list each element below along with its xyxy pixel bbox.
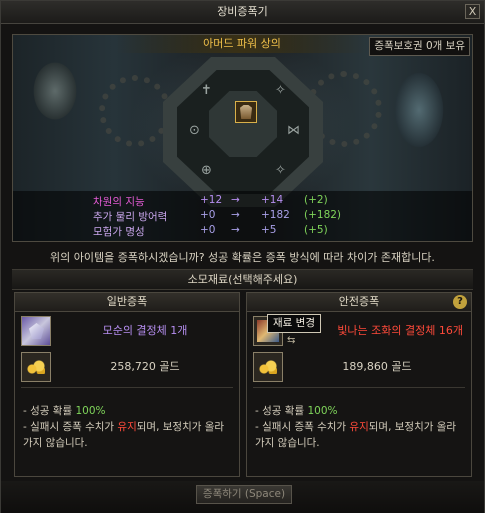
success-rate-value: 100% — [75, 405, 106, 417]
gold-icon — [27, 360, 45, 374]
stat-row: 차원의 지능 +12 → +14 (+2) — [13, 194, 472, 208]
safe-enhance-title: 안전증폭 — [338, 295, 380, 308]
window-titlebar[interactable]: 장비증폭기 X — [1, 1, 484, 24]
fail-keep: 유지 — [117, 421, 137, 433]
normal-enhance-description: - 성공 확률 100% - 실패시 증폭 수치가 유지되며, 보정치가 올라가… — [23, 403, 233, 451]
rune-icon: ✧ — [275, 163, 286, 178]
gold-slot — [253, 352, 283, 382]
gold-cost: 189,860 골드 — [342, 360, 412, 373]
item-preview-panel: ✝ ✧ ⊙ ⋈ ⊕ ✧ 아머드 파워 상의 증폭보호권 0개 보유 차원의 지능… — [12, 34, 473, 242]
stat-row: 추가 물리 방어력 +0 → +182 (+182) — [13, 209, 472, 223]
close-icon: X — [468, 5, 477, 18]
gear-left-decoration — [99, 75, 171, 147]
stat-name: 모험가 명성 — [93, 226, 145, 238]
stat-from: +0 — [200, 209, 216, 221]
target-item-slot[interactable] — [235, 101, 257, 123]
stat-row: 모험가 명성 +0 → +5 (+5) — [13, 224, 472, 238]
success-rate-label: - 성공 확률 — [23, 405, 76, 417]
protect-ticket-count: 증폭보호권 0개 보유 — [369, 37, 470, 56]
armor-chest-icon — [240, 105, 252, 119]
fail-prefix: - 실패시 증폭 수치가 — [255, 421, 350, 433]
stat-diff: (+2) — [304, 194, 328, 206]
material-name: 모순의 결정체 1개 — [102, 324, 188, 337]
gold-icon — [259, 360, 277, 374]
divider — [253, 387, 465, 388]
statue-right-decoration — [384, 55, 454, 175]
rune-icon: ⊙ — [189, 123, 200, 138]
enhance-window: 장비증폭기 X ✝ ✧ ⊙ ⋈ ⊕ ✧ 아머드 파워 상의 증폭보호권 0개 보… — [0, 0, 485, 513]
success-rate-value: 100% — [307, 405, 338, 417]
success-rate-line: - 성공 확률 100% — [23, 403, 233, 419]
success-rate-label: - 성공 확률 — [255, 405, 308, 417]
success-rate-line: - 성공 확률 100% — [255, 403, 465, 419]
close-button[interactable]: X — [465, 4, 480, 19]
rune-icon: ✧ — [275, 83, 286, 98]
statue-left-decoration — [25, 53, 85, 163]
stat-to: +5 — [261, 224, 277, 236]
stat-change-list: 차원의 지능 +12 → +14 (+2) 추가 물리 방어력 +0 → +18… — [13, 191, 472, 241]
fail-prefix: - 실패시 증폭 수치가 — [23, 421, 118, 433]
fail-line: - 실패시 증폭 수치가 유지되며, 보정치가 올라가지 않습니다. — [23, 419, 233, 451]
help-icon[interactable]: ? — [453, 295, 467, 309]
stat-name: 추가 물리 방어력 — [93, 211, 168, 223]
change-material-tooltip: 재료 변경 — [267, 314, 321, 333]
normal-enhance-option[interactable]: 일반증폭 모순의 결정체 1개 258,720 골드 - 성공 확률 100% … — [14, 292, 240, 477]
arrow-icon: → — [231, 194, 240, 206]
safe-enhance-description: - 성공 확률 100% - 실패시 증폭 수치가 유지되며, 보정치가 올라가… — [255, 403, 465, 451]
divider — [21, 387, 233, 388]
enhance-button[interactable]: 증폭하기 (Space) — [196, 485, 292, 504]
crystal-icon — [29, 323, 44, 339]
gold-slot — [21, 352, 51, 382]
normal-enhance-header: 일반증폭 — [15, 293, 239, 312]
fail-keep: 유지 — [349, 421, 369, 433]
confirm-message: 위의 아이템을 증폭하시겠습니까? 성공 확률은 증폭 방식에 따라 차이가 존… — [50, 251, 435, 264]
stat-to: +182 — [261, 209, 290, 221]
stat-diff: (+182) — [304, 209, 342, 221]
safe-enhance-header: 안전증폭 ? — [247, 293, 471, 312]
arrow-icon: → — [231, 224, 240, 236]
material-section-title: 소모재료(선택해주세요) — [12, 269, 473, 290]
material-slot[interactable] — [21, 316, 51, 346]
rune-icon: ⊕ — [201, 163, 212, 178]
swap-icon[interactable]: ⇆ — [287, 335, 295, 346]
stat-diff: (+5) — [304, 224, 328, 236]
stat-to: +14 — [261, 194, 284, 206]
fail-line: - 실패시 증폭 수치가 유지되며, 보정치가 올라가지 않습니다. — [255, 419, 465, 451]
gold-cost: 258,720 골드 — [110, 360, 180, 373]
rune-icon: ⋈ — [287, 123, 300, 138]
window-title: 장비증폭기 — [217, 5, 268, 18]
stat-from: +0 — [200, 224, 216, 236]
item-name: 아머드 파워 상의 — [117, 35, 367, 53]
stat-name: 차원의 지능 — [93, 196, 145, 208]
arrow-icon: → — [231, 209, 240, 221]
stat-from: +12 — [200, 194, 223, 206]
rune-icon: ✝ — [201, 83, 212, 98]
